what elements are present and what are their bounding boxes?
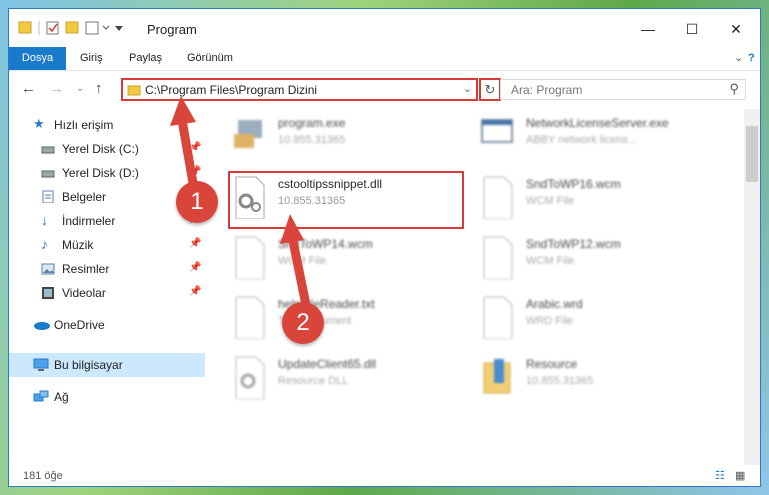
file-name: cstooltipssnippet.dll xyxy=(278,177,383,191)
file-detail: WRD File xyxy=(526,315,574,327)
file-list: program.exe 10.855.31365 NetworkLicenseS… xyxy=(0,0,769,495)
file-name: Resource xyxy=(526,357,578,371)
file-detail: ABBY network licens... xyxy=(526,134,638,146)
file-detail: 10.855.31365 xyxy=(278,195,346,207)
list-item[interactable]: Arabic.wrd WRD File xyxy=(480,293,730,349)
file-name: SndToWP14.wcm xyxy=(278,237,373,251)
file-name: UpdateClient65.dll xyxy=(278,357,377,371)
list-item-selected[interactable]: cstooltipssnippet.dll 10.855.31365 xyxy=(232,173,482,229)
folder-icon xyxy=(483,359,511,394)
generic-file-icon xyxy=(235,236,265,279)
list-item[interactable]: program.exe 10.855.31365 xyxy=(232,112,482,168)
exe-file-icon xyxy=(234,120,262,148)
list-item[interactable]: UpdateClient65.dll Resource DLL xyxy=(232,353,482,409)
file-name: SndToWP16.wcm xyxy=(526,177,621,191)
file-name: Arabic.wrd xyxy=(526,297,583,311)
file-name: program.exe xyxy=(278,116,346,130)
dll-file-icon xyxy=(235,176,265,219)
generic-file-icon xyxy=(483,236,513,279)
list-item[interactable]: SndToWP14.wcm WCM File xyxy=(232,233,482,289)
file-detail: Resource DLL xyxy=(278,375,349,387)
dll-file-icon xyxy=(235,356,265,399)
list-item[interactable]: SndToWP12.wcm WCM File xyxy=(480,233,730,289)
file-detail: WCM File xyxy=(526,195,575,207)
file-detail: 10.855.31365 xyxy=(278,134,346,146)
generic-file-icon xyxy=(483,176,513,219)
exe-file-icon xyxy=(481,119,513,143)
step-badge-2: 2 xyxy=(282,302,324,344)
list-item[interactable]: NetworkLicenseServer.exe ABBY network li… xyxy=(480,112,730,168)
list-item[interactable]: Resource 10.855.31365 xyxy=(480,353,730,409)
text-file-icon xyxy=(235,296,265,339)
list-item[interactable]: helpFileReader.txt Text Document xyxy=(232,293,482,349)
file-detail: WCM File xyxy=(278,255,327,267)
file-name: NetworkLicenseServer.exe xyxy=(526,116,669,130)
list-item[interactable]: SndToWP16.wcm WCM File xyxy=(480,173,730,229)
file-detail: WCM File xyxy=(526,255,575,267)
step-badge-1: 1 xyxy=(176,181,218,223)
file-name: SndToWP12.wcm xyxy=(526,237,621,251)
file-detail: 10.855.31365 xyxy=(526,375,594,387)
generic-file-icon xyxy=(483,296,513,339)
